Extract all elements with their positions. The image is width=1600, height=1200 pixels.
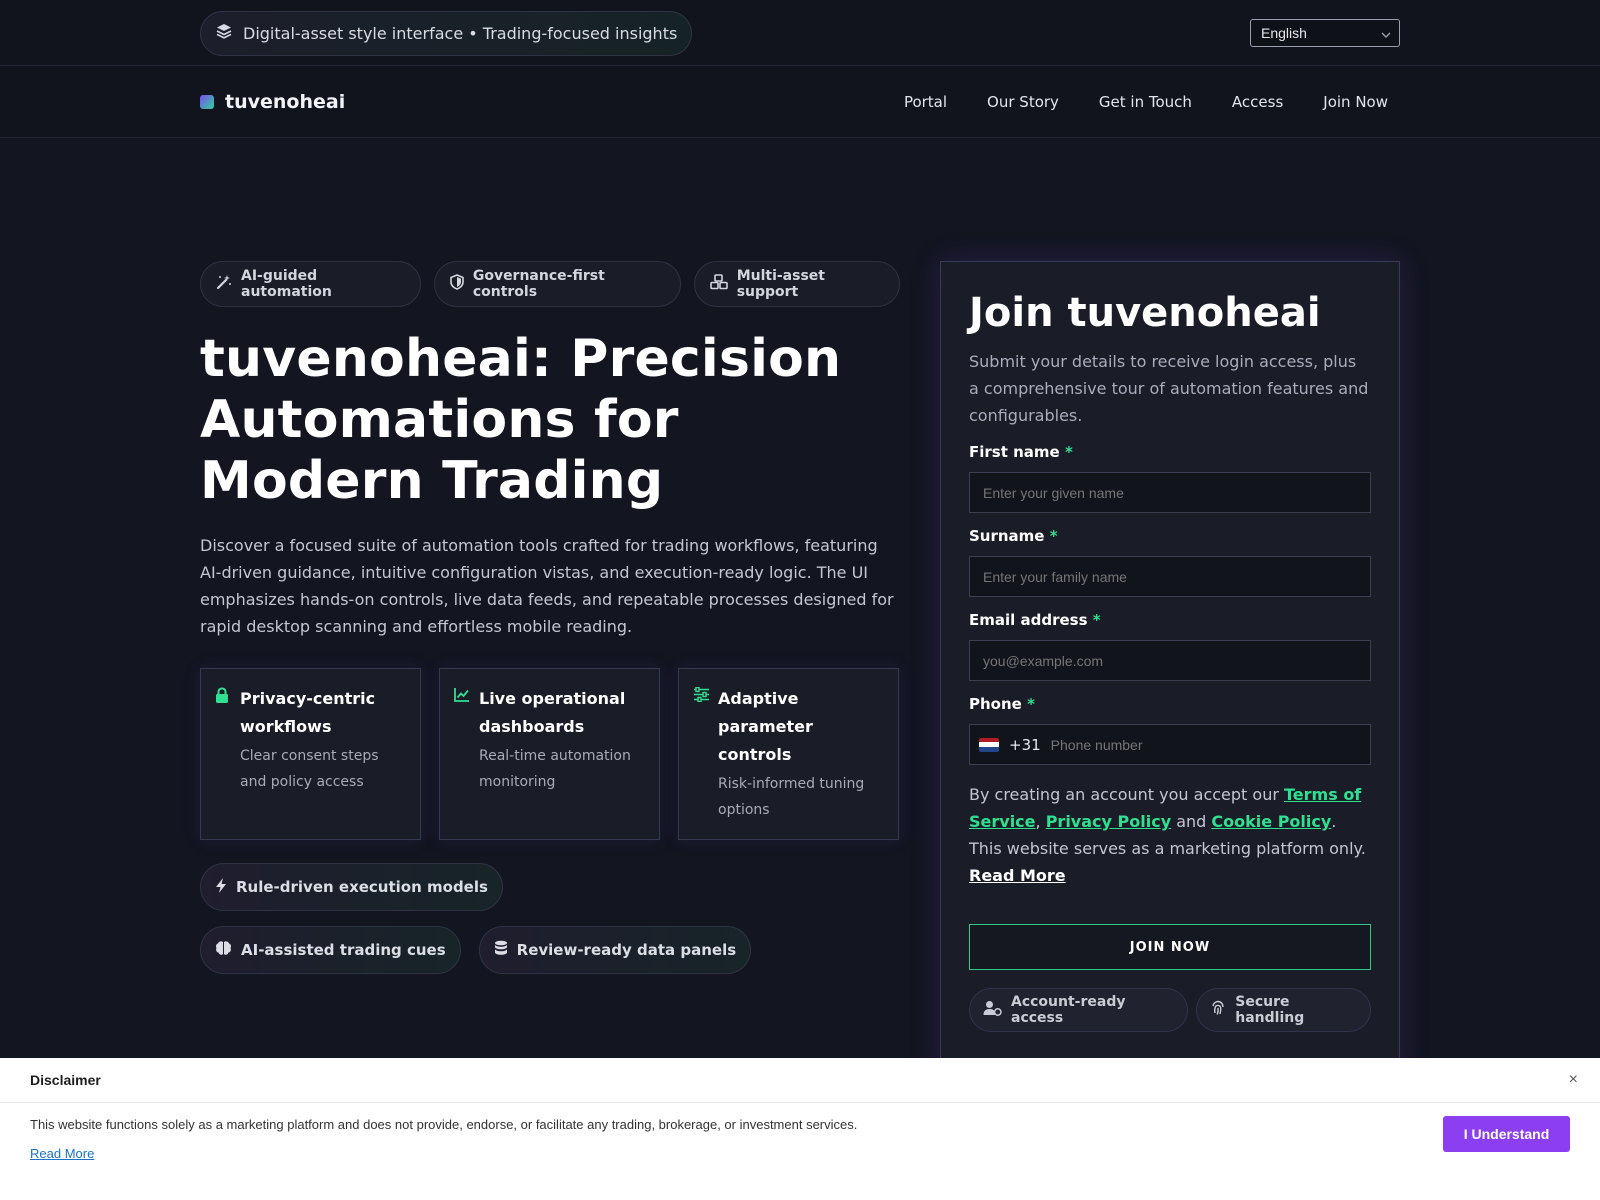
dial-code[interactable]: +31 — [1009, 736, 1041, 754]
tag-label: Review-ready data panels — [516, 941, 737, 959]
language-select[interactable]: English — [1250, 19, 1400, 47]
nav-link-access[interactable]: Access — [1232, 93, 1283, 111]
disclaimer-body: This website functions solely as a marke… — [0, 1103, 1600, 1163]
phone-label: Phone * — [969, 695, 1035, 713]
privacy-link[interactable]: Privacy Policy — [1046, 812, 1171, 831]
card-privacy: Privacy-centric workflows Clear consent … — [200, 668, 421, 840]
required-mark: * — [1027, 695, 1035, 713]
lock-icon — [215, 685, 231, 839]
signup-title: Join tuvenoheai — [969, 290, 1321, 336]
brand-logo[interactable]: tuvenoheai — [200, 91, 345, 113]
bolt-icon — [215, 877, 227, 898]
i-understand-button[interactable]: I Understand — [1443, 1116, 1570, 1152]
chip-multi-asset: Multi-asset support — [693, 261, 900, 307]
join-now-button[interactable]: JOIN NOW — [969, 924, 1371, 970]
close-icon[interactable]: × — [1569, 1071, 1578, 1089]
brand-name: tuvenoheai — [225, 91, 346, 113]
read-more-link[interactable]: Read More — [969, 866, 1066, 885]
tagline-text: Digital-asset style interface • Trading-… — [243, 23, 678, 43]
netherlands-flag-icon[interactable] — [979, 737, 999, 752]
tag-review-ready: Review-ready data panels — [478, 926, 752, 974]
page-title: tuvenoheai: Precision Automations for Mo… — [200, 329, 842, 511]
magic-wand-icon — [216, 274, 232, 294]
chip-label: Multi-asset support — [736, 268, 825, 300]
card-text: Risk-informed tuning options — [718, 776, 865, 818]
tag-label: AI-assisted trading cues — [241, 941, 446, 959]
nav-link-portal[interactable]: Portal — [904, 93, 947, 111]
layers-icon — [215, 22, 233, 44]
tag-label: Rule-driven execution models — [236, 878, 488, 896]
tagline-pill: Digital-asset style interface • Trading-… — [200, 10, 693, 56]
feature-chips: AI-guided automation Governance-first co… — [200, 261, 900, 307]
disclaimer-title: Disclaimer — [30, 1072, 101, 1088]
line-chart-icon — [454, 685, 470, 839]
card-text: Real-time automation monitoring — [479, 748, 631, 790]
tag-ai-assisted: AI-assisted trading cues — [200, 926, 461, 974]
required-mark: * — [1092, 611, 1101, 629]
first-name-input[interactable] — [969, 472, 1371, 513]
brand-mark-icon — [200, 95, 214, 109]
hero-left: AI-guided automation Governance-first co… — [200, 261, 900, 974]
cookie-link[interactable]: Cookie Policy — [1211, 812, 1331, 831]
surname-label: Surname * — [969, 527, 1058, 545]
nav-links: Portal Our Story Get in Touch Access Joi… — [904, 93, 1388, 111]
phone-field: +31 — [969, 724, 1371, 765]
feature-cards: Privacy-centric workflows Clear consent … — [200, 668, 900, 840]
signup-panel: Join tuvenoheai Submit your details to r… — [940, 261, 1400, 1081]
cubes-icon — [709, 274, 728, 294]
nav-link-our-story[interactable]: Our Story — [987, 93, 1059, 111]
main-nav: tuvenoheai Portal Our Story Get in Touch… — [0, 66, 1600, 138]
chip-governance: Governance-first controls — [433, 261, 681, 307]
brain-icon — [215, 940, 232, 960]
badge-secure: Secure handling — [1196, 988, 1371, 1032]
card-title: Privacy-centric workflows — [240, 689, 376, 736]
capability-tags: Rule-driven execution models AI-assisted… — [200, 863, 760, 974]
sliders-icon — [693, 685, 709, 839]
required-mark: * — [1049, 527, 1058, 545]
badge-label: Secure handling — [1235, 994, 1305, 1026]
first-name-label: First name * — [969, 443, 1073, 461]
chip-label: AI-guided automation — [241, 268, 332, 300]
hero-description: Discover a focused suite of automation t… — [200, 536, 894, 636]
legal-notice: By creating an account you accept our Te… — [969, 785, 1366, 885]
tag-rule-driven: Rule-driven execution models — [200, 863, 503, 911]
surname-input[interactable] — [969, 556, 1371, 597]
card-dashboards: Live operational dashboards Real-time au… — [439, 668, 660, 840]
database-icon — [494, 940, 508, 960]
chip-label: Governance-first controls — [472, 268, 605, 300]
required-mark: * — [1064, 443, 1073, 461]
disclaimer-header: Disclaimer × — [0, 1058, 1600, 1103]
email-label: Email address * — [969, 611, 1101, 629]
disclaimer-banner: Disclaimer × This website functions sole… — [0, 1058, 1600, 1200]
top-strip: Digital-asset style interface • Trading-… — [0, 0, 1600, 66]
disclaimer-text: This website functions solely as a marke… — [30, 1117, 858, 1132]
trust-badges: Account-ready access Secure handling — [969, 988, 1371, 1032]
shield-icon — [450, 274, 464, 294]
card-parameters: Adaptive parameter controls Risk-informe… — [678, 668, 899, 840]
disclaimer-read-more-link[interactable]: Read More — [30, 1146, 94, 1161]
email-input[interactable] — [969, 640, 1371, 681]
chip-ai-guided: AI-guided automation — [200, 261, 421, 307]
card-text: Clear consent steps and policy access — [240, 748, 379, 790]
phone-input[interactable] — [1050, 736, 1351, 753]
nav-link-get-in-touch[interactable]: Get in Touch — [1099, 93, 1192, 111]
chevron-down-icon — [1381, 25, 1391, 41]
card-title: Live operational dashboards — [479, 689, 626, 736]
signup-subtitle: Submit your details to receive login acc… — [969, 352, 1369, 425]
fingerprint-icon — [1210, 1000, 1226, 1020]
card-title: Adaptive parameter controls — [718, 689, 813, 764]
badge-account-ready: Account-ready access — [969, 988, 1189, 1032]
badge-label: Account-ready access — [1011, 994, 1126, 1026]
user-check-icon — [983, 1000, 1002, 1020]
language-value: English — [1261, 25, 1307, 41]
nav-link-join-now[interactable]: Join Now — [1323, 93, 1388, 111]
